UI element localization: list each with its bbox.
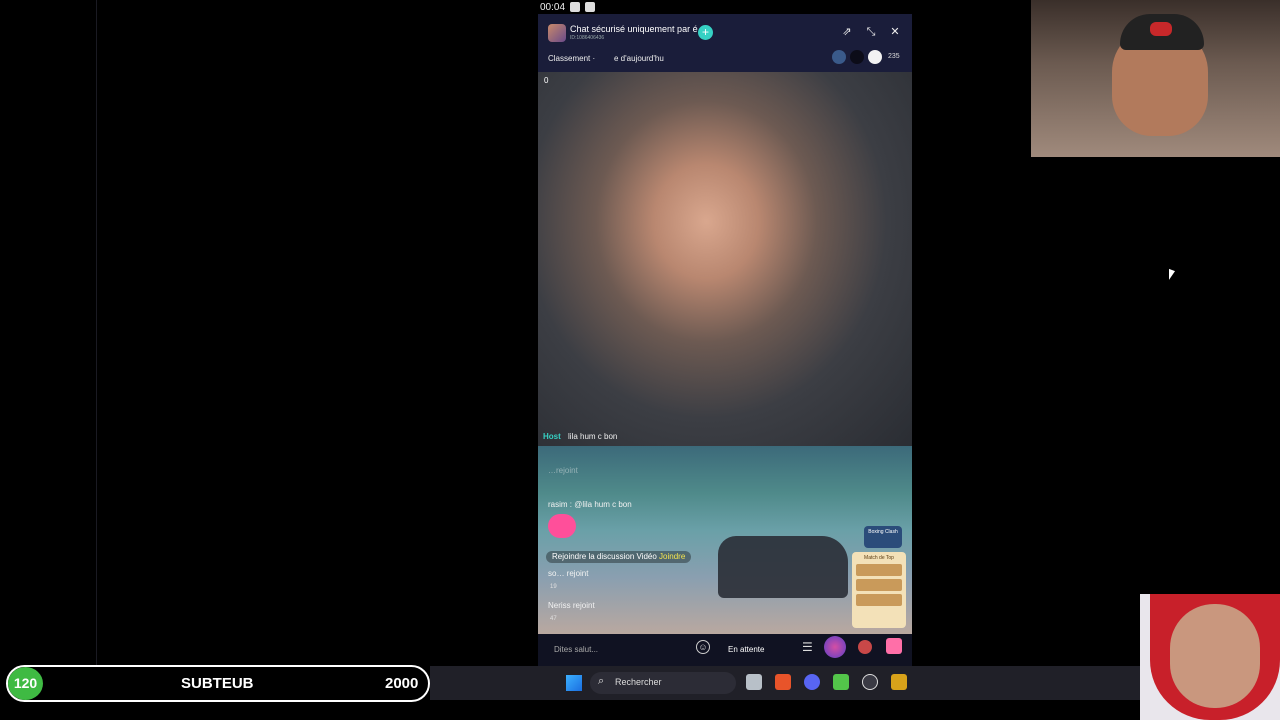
tray-icon[interactable] bbox=[570, 2, 580, 12]
taskbar-search-label: Rechercher bbox=[615, 677, 662, 687]
user-count: 19 bbox=[550, 584, 557, 590]
match-row bbox=[856, 579, 902, 591]
match-title: Match de Top bbox=[864, 555, 894, 561]
windows-start-icon[interactable] bbox=[566, 675, 582, 691]
emoji-icon[interactable]: ☺ bbox=[696, 640, 710, 654]
heart-sticker bbox=[548, 514, 576, 538]
sub-goal-target: 2000 bbox=[385, 675, 419, 692]
ranking-link[interactable]: Classement · bbox=[548, 54, 595, 63]
divider bbox=[96, 0, 97, 666]
boxing-game-icon[interactable] bbox=[824, 636, 846, 658]
match-top-widget[interactable]: Match de Top bbox=[852, 552, 906, 628]
app-icon[interactable] bbox=[891, 674, 907, 690]
match-row bbox=[856, 564, 902, 576]
app-icon[interactable] bbox=[833, 674, 849, 690]
cap-logo bbox=[1150, 22, 1172, 36]
rose-gift-icon[interactable] bbox=[858, 640, 872, 654]
chat-message: rasim : @lila hum c bon bbox=[548, 500, 632, 509]
sub-goal-label: SUBTEUB bbox=[181, 675, 254, 692]
room-id: ID:1086406436 bbox=[570, 35, 605, 41]
minimize-icon[interactable]: ⤡ bbox=[864, 25, 878, 39]
viewer-avatar[interactable] bbox=[832, 50, 846, 64]
task-view-icon[interactable] bbox=[746, 674, 762, 690]
obs-icon[interactable] bbox=[862, 674, 878, 690]
join-video-text: Rejoindre la discussion Vidéo bbox=[552, 552, 657, 561]
coin-count: 0 bbox=[544, 76, 549, 85]
join-video-banner[interactable]: Rejoindre la discussion Vidéo Joindre bbox=[546, 551, 692, 563]
host-message: lila hum c bon bbox=[568, 432, 618, 441]
match-row bbox=[856, 594, 902, 606]
viewer-avatar[interactable] bbox=[868, 50, 882, 64]
share-icon[interactable]: ⇗ bbox=[840, 25, 854, 39]
sub-goal-current: 120 bbox=[8, 667, 43, 700]
search-icon: ⌕ bbox=[598, 675, 605, 687]
live-stream-window: Chat sécurisé uniquement par é ID:108640… bbox=[538, 14, 912, 666]
clock: 00:04 bbox=[540, 2, 566, 13]
user-count: 47 bbox=[550, 616, 557, 622]
follow-button[interactable]: + bbox=[698, 25, 713, 40]
host-video bbox=[538, 72, 912, 446]
today-ranking-link[interactable]: e d'aujourd'hu bbox=[614, 54, 664, 63]
brave-browser-icon[interactable] bbox=[775, 674, 791, 690]
host-tag: Host bbox=[543, 432, 561, 441]
guest-face bbox=[1170, 604, 1260, 708]
viewer-count[interactable]: 235 bbox=[888, 53, 900, 60]
room-avatar[interactable] bbox=[548, 24, 566, 42]
chat-join-line: so… rejoint bbox=[548, 569, 589, 578]
menu-icon[interactable]: ☰ bbox=[802, 640, 813, 654]
background-car bbox=[718, 536, 848, 598]
close-icon[interactable]: ✕ bbox=[888, 25, 902, 39]
boxing-clash-widget[interactable]: Boxing Clash bbox=[864, 526, 902, 548]
chat-line: …rejoint bbox=[548, 466, 578, 475]
chat-join-line: Neriss rejoint bbox=[548, 601, 595, 610]
tray-icon[interactable] bbox=[585, 2, 595, 12]
mouse-cursor bbox=[1169, 268, 1175, 283]
taskbar-search[interactable] bbox=[590, 672, 736, 694]
room-title: Chat sécurisé uniquement par é bbox=[570, 24, 698, 34]
gift-icon[interactable] bbox=[886, 638, 902, 654]
waiting-button[interactable]: En attente bbox=[728, 645, 764, 654]
discord-icon[interactable] bbox=[804, 674, 820, 690]
viewer-avatar[interactable] bbox=[850, 50, 864, 64]
join-tag[interactable]: Joindre bbox=[659, 552, 685, 561]
chat-input[interactable]: Dites salut... bbox=[554, 645, 598, 654]
